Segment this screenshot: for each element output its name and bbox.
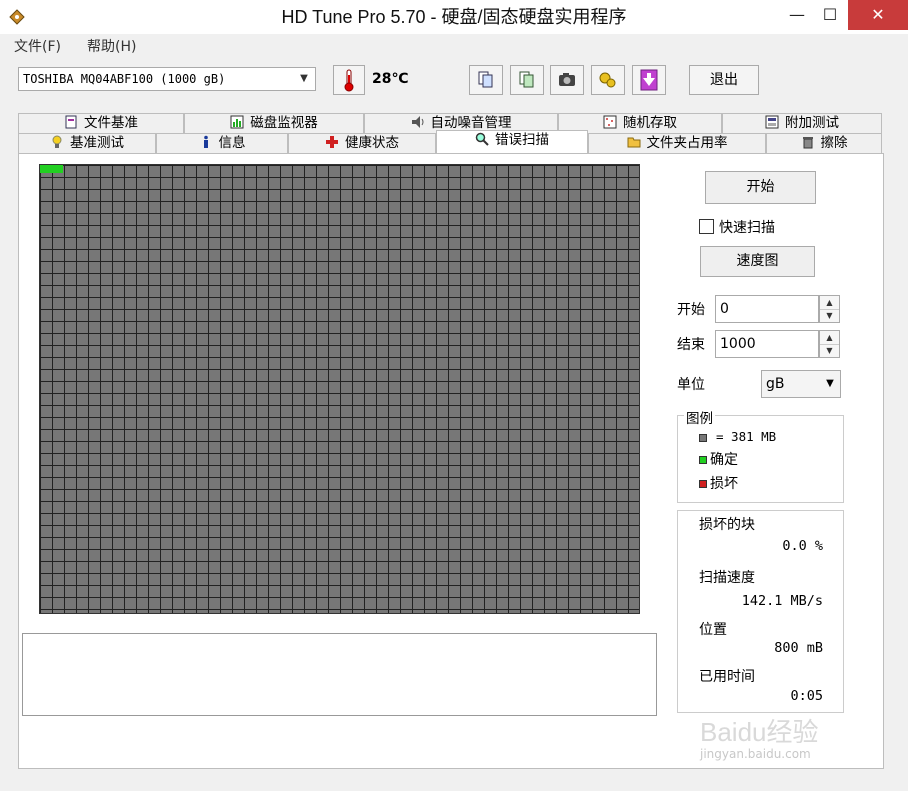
tab-disk-monitor[interactable]: 磁盘监视器 [184, 113, 364, 133]
end-spinner[interactable]: ▲ ▼ [819, 330, 840, 358]
screenshot-button[interactable] [550, 65, 584, 95]
tab-health[interactable]: 健康状态 [288, 133, 436, 153]
thermometer-icon [344, 69, 354, 92]
speed-map-button[interactable]: 速度图 [700, 246, 815, 277]
quick-scan-checkbox[interactable] [699, 219, 714, 234]
tab-label: 磁盘监视器 [250, 115, 318, 131]
save-button[interactable] [632, 65, 666, 95]
legend-bad-label: 损坏 [710, 476, 738, 492]
health-icon [325, 135, 339, 149]
temperature-readout: 28℃ [372, 71, 409, 87]
tab-label: 文件夹占用率 [646, 135, 728, 151]
copy-info-button[interactable] [469, 65, 503, 95]
download-arrow-icon [640, 69, 658, 91]
tab-folder-usage[interactable]: 文件夹占用率 [588, 133, 766, 153]
extra-tests-icon [765, 115, 779, 129]
spin-down-icon[interactable]: ▼ [820, 309, 839, 322]
legend-block-swatch [699, 434, 707, 442]
tab-label: 随机存取 [623, 115, 677, 131]
window-title: HD Tune Pro 5.70 - 硬盘/固态硬盘实用程序 [281, 7, 627, 27]
scan-speed-value: 142.1 MB/s [741, 593, 823, 609]
start-spinner[interactable]: ▲ ▼ [819, 295, 840, 323]
info-icon [199, 135, 213, 149]
menu-help[interactable]: 帮助(H) [87, 38, 136, 56]
damaged-blocks-label: 损坏的块 [699, 517, 755, 533]
copy-screen-button[interactable] [510, 65, 544, 95]
maximize-button[interactable]: ☐ [815, 0, 845, 30]
random-access-icon [603, 115, 617, 129]
scan-block-grid [39, 164, 640, 614]
copy-green-icon [519, 71, 534, 88]
elapsed-time-label: 已用时间 [699, 669, 755, 685]
watermark-brand: Baidu经验 [700, 717, 819, 747]
drive-select[interactable]: TOSHIBA MQ04ABF100 (1000 gB) [18, 67, 316, 91]
speaker-icon [411, 115, 425, 129]
tab-label: 文件基准 [84, 115, 138, 131]
tab-label: 基准测试 [70, 135, 124, 151]
trash-icon [801, 135, 815, 149]
legend-block-size: = 381 MB [716, 429, 777, 444]
spin-up-icon[interactable]: ▲ [820, 296, 839, 310]
menu-file[interactable]: 文件(F) [14, 38, 61, 56]
chevron-down-icon: ▼ [300, 73, 308, 84]
camera-icon [559, 73, 575, 86]
minimize-button[interactable]: — [782, 0, 812, 30]
tab-label: 自动噪音管理 [430, 115, 512, 131]
unit-label: 单位 [677, 377, 705, 393]
close-button[interactable]: ✕ [848, 0, 908, 30]
magnifier-icon [475, 132, 489, 146]
spin-up-icon[interactable]: ▲ [820, 331, 839, 345]
spin-down-icon[interactable]: ▼ [820, 344, 839, 357]
start-input[interactable]: 0 [715, 295, 819, 323]
tab-file-benchmark[interactable]: 文件基准 [18, 113, 184, 133]
end-input[interactable]: 1000 [715, 330, 819, 358]
tab-erase[interactable]: 擦除 [766, 133, 882, 153]
damaged-blocks-value: 0.0 % [782, 538, 823, 554]
options-button[interactable] [591, 65, 625, 95]
start-scan-button[interactable]: 开始 [705, 171, 816, 204]
tab-label: 健康状态 [345, 135, 399, 151]
legend-ok-swatch [699, 456, 707, 464]
tab-label: 附加测试 [785, 115, 839, 131]
scan-speed-label: 扫描速度 [699, 570, 755, 586]
scan-log-box [22, 633, 657, 716]
disk-monitor-icon [230, 115, 244, 129]
tab-info[interactable]: 信息 [156, 133, 288, 153]
tab-label: 擦除 [820, 135, 848, 151]
tab-label: 信息 [218, 135, 246, 151]
position-value: 800 mB [774, 640, 823, 656]
quick-scan-label: 快速扫描 [719, 220, 775, 236]
tab-error-scan[interactable]: 错误扫描 [436, 130, 588, 153]
tools-icon [599, 72, 616, 88]
tab-benchmark[interactable]: 基准测试 [18, 133, 156, 153]
legend-ok-label: 确定 [710, 452, 738, 468]
scanned-ok-blocks [40, 165, 63, 173]
temperature-button[interactable] [333, 65, 365, 95]
tab-extra-tests[interactable]: 附加测试 [722, 113, 882, 133]
watermark-url: jingyan.baidu.com [700, 747, 811, 761]
start-label: 开始 [677, 302, 705, 318]
file-benchmark-icon [64, 115, 78, 129]
chevron-down-icon: ▼ [826, 378, 834, 389]
benchmark-icon [50, 135, 64, 149]
tab-label: 错误扫描 [495, 132, 549, 148]
copy-icon [478, 71, 493, 88]
end-label: 结束 [677, 337, 705, 353]
folder-icon [627, 135, 641, 149]
exit-button[interactable]: 退出 [689, 65, 759, 95]
position-label: 位置 [699, 622, 727, 638]
legend-bad-swatch [699, 480, 707, 488]
legend-title: 图例 [684, 407, 715, 427]
elapsed-time-value: 0:05 [790, 688, 823, 704]
